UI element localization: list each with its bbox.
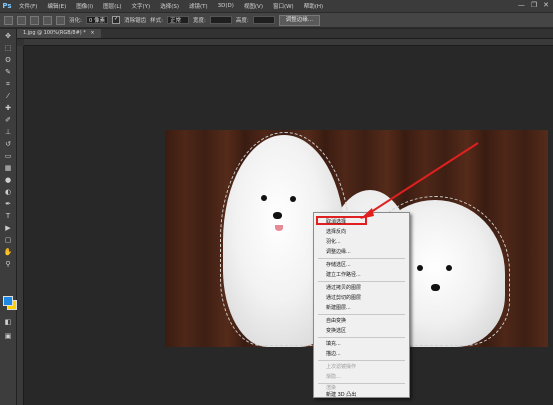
- annotation-arrow: [360, 142, 479, 219]
